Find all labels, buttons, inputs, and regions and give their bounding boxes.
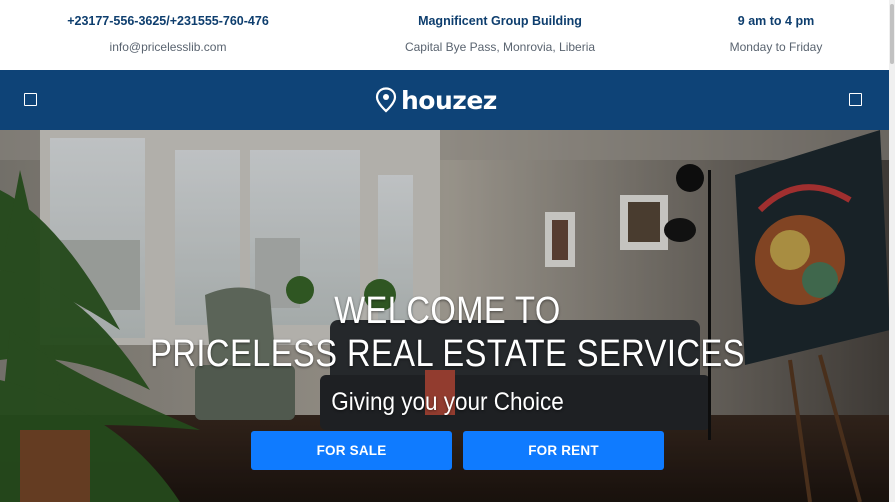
- hours-info: 9 am to 4 pm Monday to Friday: [676, 0, 876, 70]
- site-logo[interactable]: houzez: [375, 84, 497, 116]
- top-info-bar: +23177-556-3625/+231555-760-476 info@pri…: [0, 0, 895, 70]
- phone-link[interactable]: +23177-556-3625/+231555-760-476: [48, 14, 288, 28]
- menu-icon[interactable]: [24, 93, 37, 106]
- hero-banner: WELCOME TO PRICELESS REAL ESTATE SERVICE…: [0, 130, 895, 502]
- user-icon[interactable]: [849, 93, 862, 106]
- logo-text: houzez: [401, 85, 497, 115]
- email-link[interactable]: info@pricelesslib.com: [48, 40, 288, 54]
- location-pin-icon: [375, 87, 397, 113]
- office-hours: 9 am to 4 pm: [737, 14, 815, 28]
- building-name: Magnificent Group Building: [418, 14, 582, 28]
- hero-title-line2: PRICELESS REAL ESTATE SERVICES: [150, 333, 745, 375]
- hero-title-line1: WELCOME TO: [334, 290, 561, 332]
- contact-info: +23177-556-3625/+231555-760-476 info@pri…: [48, 0, 288, 70]
- address-info: Magnificent Group Building Capital Bye P…: [380, 0, 620, 70]
- for-sale-button[interactable]: FOR SALE: [251, 431, 452, 470]
- office-days: Monday to Friday: [729, 40, 823, 54]
- hero-subtitle: Giving you your Choice: [331, 388, 564, 416]
- main-navbar: houzez: [0, 70, 895, 130]
- for-rent-button[interactable]: FOR RENT: [463, 431, 664, 470]
- page-scrollbar[interactable]: [889, 0, 895, 502]
- scrollbar-thumb[interactable]: [890, 4, 894, 64]
- address-location: Capital Bye Pass, Monrovia, Liberia: [404, 40, 596, 54]
